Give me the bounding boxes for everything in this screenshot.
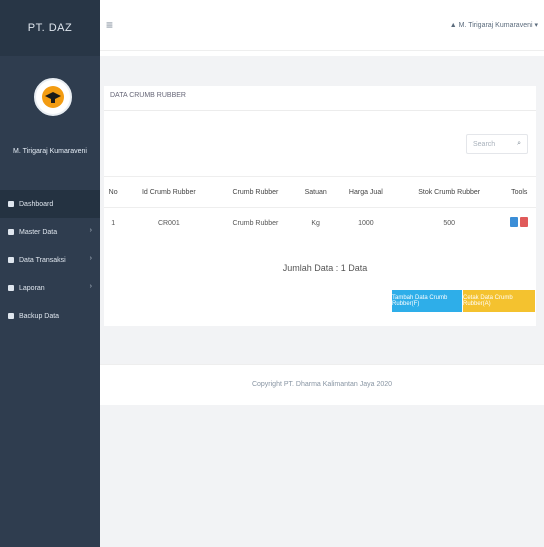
search-input[interactable]: Search ⌕ xyxy=(466,134,528,154)
sidebar-item-label: Dashboard xyxy=(19,200,54,208)
database-icon xyxy=(8,229,14,235)
table-header-unit: Satuan xyxy=(295,176,336,208)
cell-tools xyxy=(502,207,536,238)
sidebar-item-master-data[interactable]: Master Data › xyxy=(0,218,100,246)
graduation-cap-icon xyxy=(42,86,64,108)
chevron-right-icon: › xyxy=(89,283,92,290)
report-icon xyxy=(8,285,14,291)
table-header-row: No Id Crumb Rubber Crumb Rubber Satuan H… xyxy=(104,176,536,208)
page-title: DATA CRUMB RUBBER xyxy=(110,92,186,99)
user-icon: ▲ xyxy=(449,22,457,29)
sidebar-item-laporan[interactable]: Laporan › xyxy=(0,274,100,302)
dashboard-icon xyxy=(8,201,14,207)
cell-name: Crumb Rubber xyxy=(215,207,296,238)
cell-price: 1000 xyxy=(335,207,396,238)
top-user-label: M. Tirigaraj Kumaraveni ▾ xyxy=(458,22,538,29)
footer-copyright: Copyright PT. Dharma Kalimantan Jaya 202… xyxy=(251,381,393,388)
sidebar-user-name: M. Tirigaraj Kumaraveni xyxy=(13,148,87,155)
sidebar-item-backup-data[interactable]: Backup Data xyxy=(0,302,100,330)
edit-button[interactable] xyxy=(510,217,519,227)
avatar xyxy=(34,78,72,116)
cell-unit: Kg xyxy=(295,207,336,238)
sidebar-item-label: Laporan xyxy=(19,284,45,292)
data-table: No Id Crumb Rubber Crumb Rubber Satuan H… xyxy=(104,176,536,238)
panel-divider xyxy=(104,110,536,111)
cell-no: 1 xyxy=(104,207,123,238)
hamburger-menu-icon[interactable]: ≡ xyxy=(106,18,113,32)
chevron-right-icon: › xyxy=(89,227,92,234)
table-header-tools: Tools xyxy=(502,176,536,208)
sidebar-menu: Dashboard Master Data › Data Transaksi ›… xyxy=(0,190,100,330)
sidebar-item-dashboard[interactable]: Dashboard xyxy=(0,190,100,218)
table-header-stock: Stok Crumb Rubber xyxy=(395,176,503,208)
sidebar: PT. DAZ M. Tirigaraj Kumaraveni Dashboar… xyxy=(0,0,100,547)
chevron-right-icon: › xyxy=(89,255,92,262)
sidebar-item-label: Master Data xyxy=(19,228,58,236)
sidebar-item-label: Backup Data xyxy=(19,312,60,320)
cell-id: CR001 xyxy=(122,207,216,238)
cell-stock: 500 xyxy=(395,207,503,238)
table-header-id: Id Crumb Rubber xyxy=(122,176,216,208)
add-crumb-rubber-button[interactable]: Tambah Data Crumb Rubber(F) xyxy=(392,290,462,312)
table-header-name: Crumb Rubber xyxy=(215,176,296,208)
search-icon: ⌕ xyxy=(517,140,521,147)
topbar: ≡ ▲ M. Tirigaraj Kumaraveni ▾ xyxy=(100,0,544,51)
brand-title[interactable]: PT. DAZ xyxy=(0,0,100,56)
total-data-label: Jumlah Data : 1 Data xyxy=(282,263,368,273)
delete-button[interactable] xyxy=(520,217,529,227)
table-header-no: No xyxy=(104,176,123,208)
table-header-price: Harga Jual xyxy=(335,176,396,208)
footer: Copyright PT. Dharma Kalimantan Jaya 202… xyxy=(100,364,544,405)
backup-icon xyxy=(8,313,14,319)
search-placeholder: Search xyxy=(473,140,496,148)
top-user-menu[interactable]: ▲ M. Tirigaraj Kumaraveni ▾ xyxy=(450,21,538,29)
table-row: 1 CR001 Crumb Rubber Kg 1000 500 xyxy=(104,207,536,238)
print-crumb-rubber-button[interactable]: Cetak Data Crumb Rubber(A) xyxy=(463,290,535,312)
